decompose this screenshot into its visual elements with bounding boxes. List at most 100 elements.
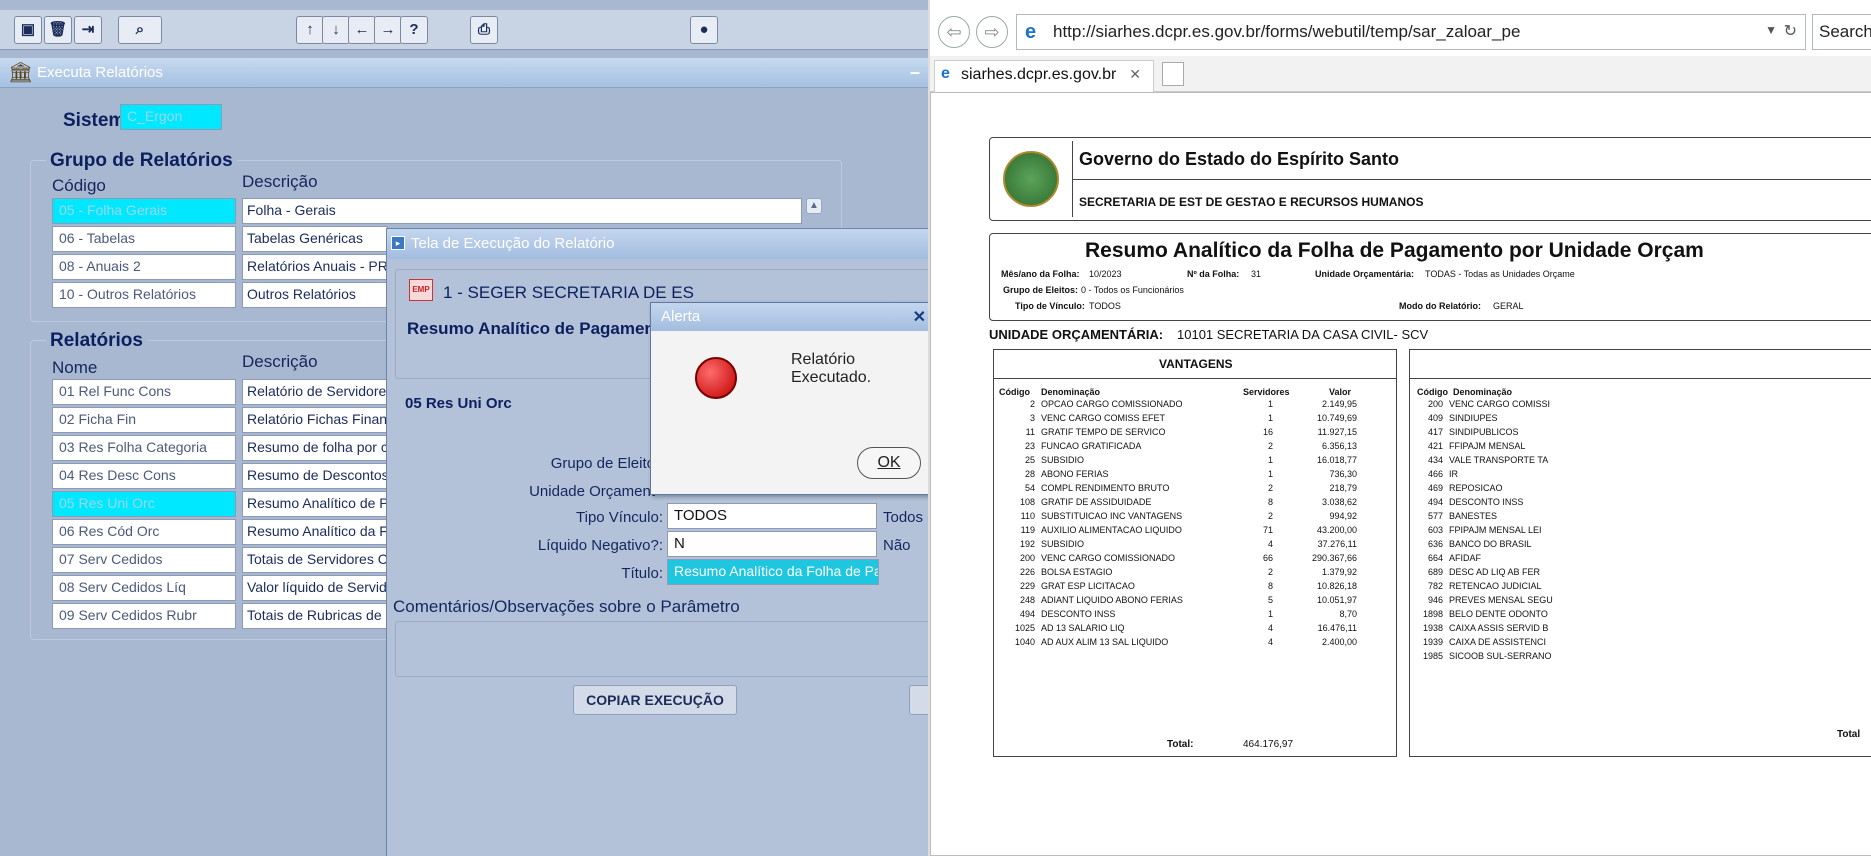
vantagem-codigo: 1040: [1014, 637, 1035, 647]
vantagem-valor: 37.276,11: [1317, 539, 1357, 549]
grupo-desc-field[interactable]: Outros Relatórios: [242, 282, 388, 308]
relatorio-desc-field[interactable]: Totais de Servidores Ce: [242, 547, 388, 573]
browser-tab[interactable]: e siarhes.dcpr.es.gov.br ✕: [934, 60, 1154, 92]
toolbar: ▣ 🗑 ⇥ ⌕ ↑ ↓ ← → ? ⎙ ●: [0, 10, 928, 50]
grupo-code-field[interactable]: 10 - Outros Relatórios: [52, 282, 236, 308]
relatorio-desc-field[interactable]: Relatório de Servidores: [242, 379, 388, 405]
last-record-icon[interactable]: ↓: [322, 16, 350, 44]
relatorio-name-field[interactable]: 01 Rel Func Cons: [52, 379, 236, 405]
vantagem-codigo: 54: [1024, 483, 1035, 493]
desconto-denominacao: SINDIUPES: [1449, 413, 1498, 423]
scroll-up-icon[interactable]: ▲: [806, 198, 822, 214]
close-icon[interactable]: ✕: [913, 307, 926, 327]
tipo-label-rpt: Tipo de Vínculo:: [1015, 301, 1085, 311]
tipo-vinculo-field[interactable]: TODOS: [667, 503, 877, 529]
relatorio-name-field[interactable]: 06 Res Cód Orc: [52, 519, 236, 545]
vantagem-codigo: 248: [1019, 595, 1035, 605]
grupo-code-field[interactable]: 05 - Folha Gerais: [52, 198, 236, 224]
desconto-codigo: 577: [1427, 511, 1443, 521]
refresh-icon[interactable]: ↻: [1784, 21, 1797, 41]
help-icon[interactable]: ?: [400, 16, 428, 44]
relatorio-desc-field[interactable]: Resumo Analítico de Pa: [242, 491, 388, 517]
address-bar[interactable]: e http://siarhes.dcpr.es.gov.br/forms/we…: [1016, 14, 1806, 50]
vantagem-codigo: 28: [1024, 469, 1035, 479]
relatorio-name-field[interactable]: 04 Res Desc Cons: [52, 463, 236, 489]
desconto-denominacao: BANCO DO BRASIL: [1449, 539, 1532, 549]
liquido-negativo-field[interactable]: N: [667, 531, 877, 557]
forms-app: ▣ 🗑 ⇥ ⌕ ↑ ↓ ← → ? ⎙ ● 🏛 Executa Relatóri…: [0, 0, 928, 856]
vantagens-title: VANTAGENS: [1159, 357, 1233, 371]
desconto-denominacao: CAIXA ASSIS SERVID B: [1449, 623, 1549, 633]
vantagem-valor: 10.749,69: [1316, 413, 1357, 423]
query-icon[interactable]: ⌕: [118, 16, 162, 44]
relatorio-desc-field[interactable]: Relatório Fichas Financ: [242, 407, 388, 433]
relatorio-name-field[interactable]: 05 Res Uni Orc: [52, 491, 236, 517]
grupo-desc-field[interactable]: Relatórios Anuais - PRC: [242, 254, 388, 280]
grupo-code-field[interactable]: 06 - Tabelas: [52, 226, 236, 252]
previous-record-icon[interactable]: ←: [348, 16, 376, 44]
vantagem-denominacao: AUXILIO ALIMENTACAO LIQUIDO: [1041, 525, 1182, 535]
desconto-codigo: 1938: [1422, 623, 1443, 633]
grupo-label-rpt: Grupo de Eleitos:: [1003, 285, 1079, 295]
back-icon[interactable]: ⇦: [938, 16, 970, 48]
grupo-desc-field[interactable]: Folha - Gerais: [242, 198, 802, 224]
ok-button[interactable]: OK: [857, 447, 921, 479]
unidade-label-rpt: Unidade Orçamentária:: [1315, 269, 1415, 279]
dropdown-icon[interactable]: ▼: [1765, 23, 1777, 37]
vantagem-denominacao: SUBSIDIO: [1041, 455, 1085, 465]
relatorio-desc-field[interactable]: Resumo de folha por ca: [242, 435, 388, 461]
vantagem-codigo: 192: [1019, 539, 1035, 549]
relatorio-name-field[interactable]: 09 Serv Cedidos Rubr: [52, 603, 236, 629]
nfolha-label: Nº da Folha:: [1187, 269, 1240, 279]
col-denominacao: Denominação: [1041, 387, 1101, 397]
titulo-field[interactable]: Resumo Analítico da Folha de Paga: [667, 559, 879, 585]
relatorio-name-field[interactable]: 07 Serv Cedidos: [52, 547, 236, 573]
grupo-desc-field[interactable]: Tabelas Genéricas: [242, 226, 388, 252]
relatorio-desc-field[interactable]: Resumo Analítico da Fo: [242, 519, 388, 545]
user-icon[interactable]: ●: [690, 16, 718, 44]
descricao2-col-label: Descrição: [242, 352, 318, 371]
relatorio-name-field[interactable]: 03 Res Folha Categoria: [52, 435, 236, 461]
desconto-denominacao: SICOOB SUL-SERRANO: [1449, 651, 1552, 661]
comentarios-box[interactable]: [395, 621, 928, 677]
search-box[interactable]: Search: [1812, 14, 1871, 50]
new-tab-icon[interactable]: [1162, 62, 1184, 86]
emp-icon: EMP: [409, 279, 433, 301]
sistema-field[interactable]: C_Ergon: [120, 104, 222, 130]
first-record-icon[interactable]: ↑: [296, 16, 324, 44]
descricao-col-label: Descrição: [242, 172, 318, 191]
descontos-header: [1409, 349, 1871, 379]
relatorio-name-field[interactable]: 02 Ficha Fin: [52, 407, 236, 433]
forward-icon[interactable]: ⇨: [976, 16, 1008, 48]
grupo-code-field[interactable]: 08 - Anuais 2: [52, 254, 236, 280]
vantagem-servidores: 2: [1267, 511, 1273, 521]
vantagem-denominacao: AD 13 SALARIO LIQ: [1041, 623, 1125, 633]
vantagem-codigo: 200: [1019, 553, 1035, 563]
exit-icon[interactable]: ⇥: [74, 16, 102, 44]
vantagem-valor: 10.051,97: [1316, 595, 1357, 605]
relatorio-desc-field[interactable]: Totais de Rubricas de S: [242, 603, 388, 629]
vantagem-servidores: 1: [1267, 455, 1273, 465]
minimize-icon[interactable]: –: [910, 62, 928, 82]
vantagem-denominacao: ADIANT LIQUIDO ABONO FERIAS: [1041, 595, 1183, 605]
relatorio-desc-field[interactable]: Valor líquido de Servido: [242, 575, 388, 601]
relatorio-name-field[interactable]: 08 Serv Cedidos Líq: [52, 575, 236, 601]
next-record-icon[interactable]: →: [374, 16, 402, 44]
nome-col-label: Nome: [52, 358, 98, 377]
vantagem-denominacao: COMPL RENDIMENTO BRUTO: [1041, 483, 1170, 493]
vantagem-servidores: 5: [1267, 595, 1273, 605]
extra-button[interactable]: [909, 685, 928, 715]
tipo-vinculo-label: Tipo Vínculo:: [576, 509, 663, 526]
relatorio-desc-field[interactable]: Resumo de Descontos: [242, 463, 388, 489]
save-icon[interactable]: ▣: [14, 16, 42, 44]
print-icon[interactable]: ⎙: [470, 16, 498, 44]
tab-close-icon[interactable]: ✕: [1129, 66, 1141, 83]
url-text: http://siarhes.dcpr.es.gov.br/forms/webu…: [1053, 22, 1521, 41]
desconto-codigo: 466: [1427, 469, 1443, 479]
desconto-codigo: 434: [1427, 455, 1443, 465]
copiar-execucao-button[interactable]: COPIAR EXECUÇÃO: [573, 685, 737, 715]
desconto-denominacao: IR: [1449, 469, 1458, 479]
desconto-denominacao: PREVES MENSAL SEGU: [1449, 595, 1553, 605]
delete-icon[interactable]: 🗑: [44, 16, 72, 44]
codigo-col-label: Código: [52, 176, 106, 195]
